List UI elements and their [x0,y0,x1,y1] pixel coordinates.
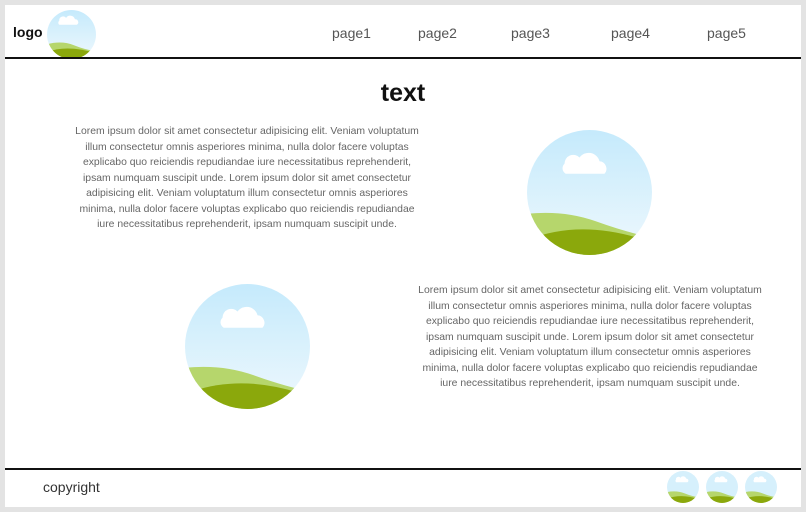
nav-page1[interactable]: page1 [332,25,371,41]
page-title: text [380,79,426,107]
footer-divider [5,468,801,470]
footer-landscape-icon-2[interactable] [706,471,738,503]
nav-page3[interactable]: page3 [511,25,550,41]
nav-page4[interactable]: page4 [611,25,650,41]
footer-landscape-icon-1[interactable] [667,471,699,503]
header-divider [5,57,801,59]
nav-page2[interactable]: page2 [418,25,457,41]
landscape-image-icon [527,130,652,255]
paragraph-1: Lorem ipsum dolor sit amet consectetur a… [75,126,419,230]
page-frame: logo page1 page2 page3 page4 page5 text … [5,5,801,507]
logo-landscape-icon[interactable] [47,10,96,59]
copyright-text: copyright [43,479,100,495]
landscape-image-icon [185,284,310,409]
logo-text[interactable]: logo [13,24,43,40]
footer-landscape-icon-3[interactable] [745,471,777,503]
nav-page5[interactable]: page5 [707,25,746,41]
paragraph-2: Lorem ipsum dolor sit amet consectetur a… [418,285,762,389]
header: logo page1 page2 page3 page4 page5 [5,5,801,59]
